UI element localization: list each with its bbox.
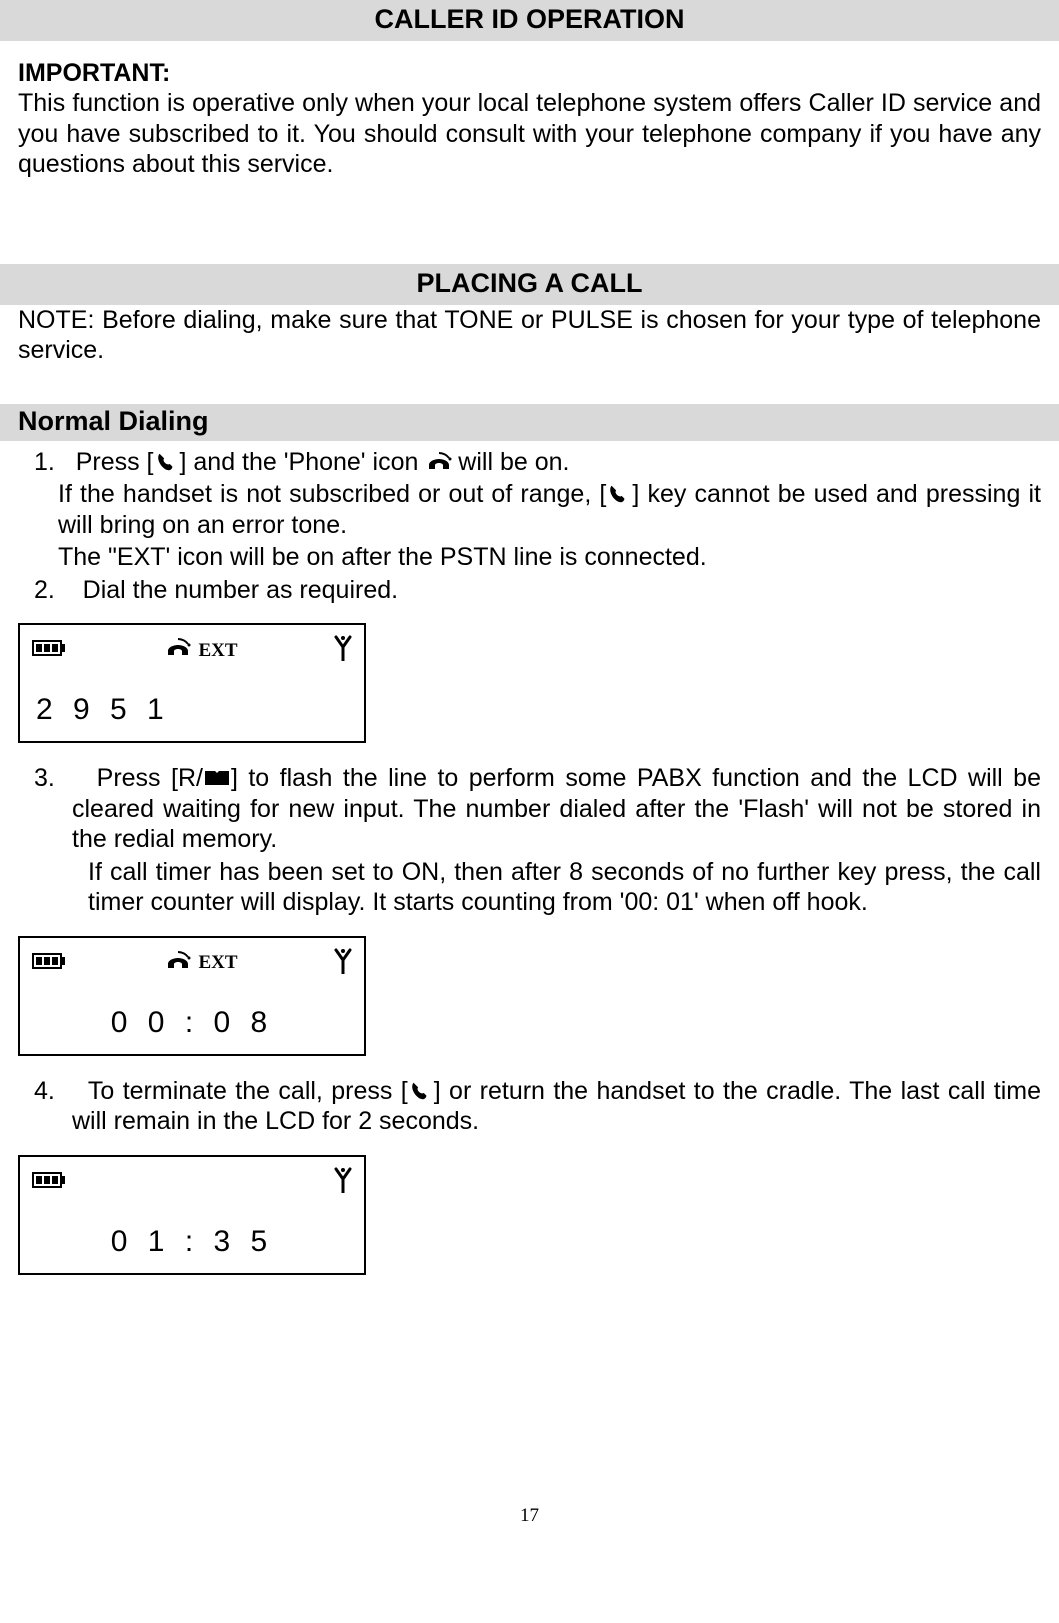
lcd-3-value: 0 1 : 3 5: [20, 1225, 364, 1259]
step-3-number: 3.: [34, 764, 55, 792]
phonebook-icon: [203, 767, 231, 789]
steps-list-cont: 3. Press [R/ ] to flash the line to perf…: [18, 763, 1041, 918]
section-title-caller-id: CALLER ID OPERATION: [0, 0, 1059, 41]
document-page: CALLER ID OPERATION IMPORTANT: This func…: [0, 0, 1059, 1539]
handset-icon: [606, 483, 632, 505]
section-title-placing-call: PLACING A CALL: [0, 264, 1059, 305]
antenna-icon: [334, 948, 352, 979]
lcd-display-2: EXT 0 0 : 0 8: [18, 936, 366, 1056]
phone-connected-icon: [164, 637, 192, 664]
step-3: 3. Press [R/ ] to flash the line to perf…: [72, 763, 1041, 855]
battery-icon: [32, 1170, 68, 1195]
step-1b: If the handset is not subscribed or out …: [58, 479, 1041, 540]
ext-label: EXT: [198, 640, 237, 662]
important-label: IMPORTANT:: [18, 59, 1041, 88]
steps-list: 1. Press [ ] and the 'Phone' icon will b…: [18, 447, 1041, 606]
handset-icon: [408, 1080, 434, 1102]
antenna-icon: [334, 1167, 352, 1198]
step-1: 1. Press [ ] and the 'Phone' icon will b…: [72, 447, 1041, 478]
lcd-display-1: EXT 2 9 5 1: [18, 623, 366, 743]
subsection-title-normal-dialing: Normal Dialing: [0, 404, 1059, 441]
step-1a-mid: ] and the 'Phone' icon: [180, 448, 426, 476]
important-text: This function is operative only when you…: [18, 88, 1041, 180]
ext-label: EXT: [198, 952, 237, 974]
step-2: 2. Dial the number as required.: [72, 575, 1041, 606]
battery-icon: [32, 638, 68, 663]
phone-connected-icon: [164, 950, 192, 977]
note-text: NOTE: Before dialing, make sure that TON…: [18, 305, 1041, 366]
step-1a-post: will be on.: [451, 448, 569, 476]
step-4-number: 4.: [34, 1077, 55, 1105]
step-4-pre: To terminate the call, press [: [88, 1077, 408, 1105]
steps-list-cont2: 4. To terminate the call, press [ ] or r…: [18, 1076, 1041, 1137]
step-3a-pre: Press [R/: [97, 764, 203, 792]
handset-icon: [154, 451, 180, 473]
step-2-text: Dial the number as required.: [83, 576, 398, 604]
battery-icon: [32, 951, 68, 976]
lcd-display-3: 0 1 : 3 5: [18, 1155, 366, 1275]
step-4: 4. To terminate the call, press [ ] or r…: [72, 1076, 1041, 1137]
step-1a-pre: Press [: [76, 448, 154, 476]
phone-connected-icon: [425, 451, 451, 473]
antenna-icon: [334, 635, 352, 666]
step-2-number: 2.: [34, 576, 55, 604]
step-1c: The "EXT' icon will be on after the PSTN…: [58, 542, 1041, 573]
step-1-number: 1.: [34, 448, 55, 476]
lcd-2-value: 0 0 : 0 8: [20, 1006, 364, 1040]
lcd-1-value: 2 9 5 1: [36, 693, 170, 727]
step-3b: If call timer has been set to ON, then a…: [88, 857, 1041, 918]
step-1b-pre: If the handset is not subscribed or out …: [58, 480, 606, 508]
page-number: 17: [18, 1505, 1041, 1539]
